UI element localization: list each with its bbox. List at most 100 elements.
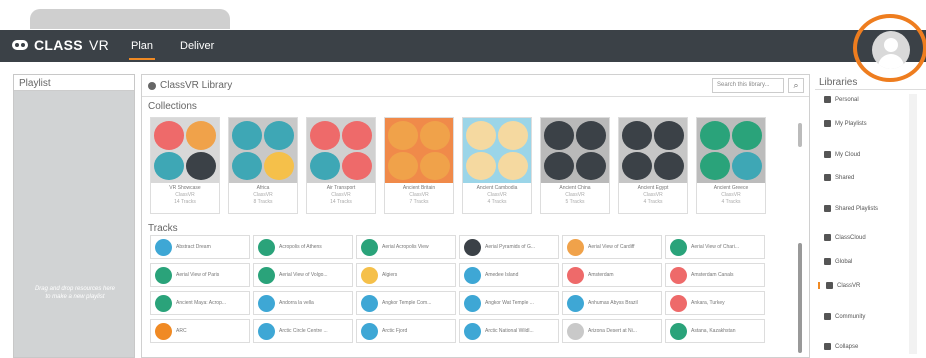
collection-owner: ClassVR <box>565 192 585 198</box>
tracks-scrollbar[interactable] <box>798 243 802 353</box>
collection-card[interactable]: Ancient Greece ClassVR 4 Tracks <box>696 117 766 214</box>
collection-owner: ClassVR <box>331 192 351 198</box>
search-icon[interactable]: ⌕ <box>788 78 804 93</box>
track-thumbnail-icon <box>567 294 584 312</box>
collection-count: 7 Tracks <box>409 199 429 205</box>
collection-meta: Ancient Greece ClassVR 4 Tracks <box>697 183 765 206</box>
library-item-label: My Cloud <box>835 151 861 158</box>
collection-owner: ClassVR <box>643 192 663 198</box>
library-item-label: My Playlists <box>835 120 867 127</box>
track-thumbnail-icon <box>155 266 172 284</box>
library-item-label: Shared Playlists <box>835 205 879 212</box>
track-item[interactable]: Arctic Fjord <box>356 319 456 343</box>
collection-name: VR Showcase <box>169 185 201 191</box>
track-thumbnail-icon <box>258 266 275 284</box>
library-item-classvr[interactable]: ClassVR <box>818 282 904 289</box>
tab-plan[interactable]: Plan <box>128 40 156 60</box>
collection-card[interactable]: Ancient Britain ClassVR 7 Tracks <box>384 117 454 214</box>
collection-thumbnail <box>385 118 453 183</box>
collection-card[interactable]: Ancient China ClassVR 5 Tracks <box>540 117 610 214</box>
collection-name: Africa <box>256 185 270 191</box>
logo-suffix: VR <box>88 37 110 53</box>
track-thumbnail-icon <box>567 238 584 256</box>
library-item-icon <box>824 343 831 350</box>
library-item-global[interactable]: Global <box>818 258 904 265</box>
track-item[interactable]: Amedee Island <box>459 263 559 287</box>
track-item[interactable]: Arctic Circle Centre ... <box>253 319 353 343</box>
collection-card[interactable]: Ancient Egypt ClassVR 4 Tracks <box>618 117 688 214</box>
track-item[interactable]: Abstract Dream <box>150 235 250 259</box>
collection-card[interactable]: VR Showcase ClassVR 14 Tracks <box>150 117 220 214</box>
library-item-personal[interactable]: Personal <box>818 96 904 103</box>
collection-tile-icon <box>154 151 184 180</box>
library-item-my-cloud[interactable]: My Cloud <box>818 151 904 158</box>
search-input[interactable]: Search this library... <box>712 78 784 93</box>
collection-name: Air Transport <box>326 185 356 191</box>
collection-thumbnail <box>541 118 609 183</box>
collection-count: 4 Tracks <box>721 199 741 205</box>
track-item[interactable]: Anhumas Abyss Brazil <box>562 291 662 315</box>
library-item-classcloud[interactable]: ClassCloud <box>818 234 904 241</box>
track-item[interactable]: Arizona Desert at Ni... <box>562 319 662 343</box>
track-thumbnail-icon <box>670 238 687 256</box>
track-label: Abstract Dream <box>176 244 211 250</box>
track-item[interactable]: Angkor Wat Temple ... <box>459 291 559 315</box>
collection-name: Ancient Egypt <box>637 185 669 191</box>
playlist-title: Playlist <box>14 75 134 91</box>
collection-tile-icon <box>498 151 528 180</box>
track-item[interactable]: Acropolis of Athens <box>253 235 353 259</box>
track-item[interactable]: Aerial View of Volgo... <box>253 263 353 287</box>
library-item-my-playlists[interactable]: My Playlists <box>818 120 904 127</box>
collection-tile-icon <box>622 121 652 150</box>
track-item[interactable]: Aerial Acropolis View <box>356 235 456 259</box>
library-item-label: Global <box>835 258 853 265</box>
collection-tile-icon <box>576 121 606 150</box>
track-item[interactable]: Amsterdam Canals <box>665 263 765 287</box>
collection-owner: ClassVR <box>487 192 507 198</box>
library-item-label: ClassVR <box>837 282 861 289</box>
track-label: Algiers <box>382 272 398 278</box>
track-thumbnail-icon <box>670 266 687 284</box>
app-logo[interactable]: CLASS VR <box>12 37 109 53</box>
track-thumbnail-icon <box>258 294 275 312</box>
library-item-shared-playlists[interactable]: Shared Playlists <box>818 205 904 212</box>
collections-scrollbar[interactable] <box>798 123 802 147</box>
track-item[interactable]: Amsterdam <box>562 263 662 287</box>
tab-deliver[interactable]: Deliver <box>180 40 214 52</box>
track-item[interactable]: Angkor Temple Com... <box>356 291 456 315</box>
collection-card[interactable]: Air Transport ClassVR 14 Tracks <box>306 117 376 214</box>
track-item[interactable]: Algiers <box>356 263 456 287</box>
library-item-community[interactable]: Community <box>818 313 904 320</box>
track-thumbnail-icon <box>361 238 378 256</box>
track-item[interactable]: Aerial Pyramids of G... <box>459 235 559 259</box>
track-item[interactable]: Aerial View of Chari... <box>665 235 765 259</box>
track-item[interactable]: Aerial View of Cardiff <box>562 235 662 259</box>
track-item[interactable]: Astana, Kazakhstan <box>665 319 765 343</box>
track-item[interactable]: Andorra la vella <box>253 291 353 315</box>
track-item[interactable]: Aerial View of Paris <box>150 263 250 287</box>
collection-tile-icon <box>420 121 450 150</box>
collection-tile-icon <box>264 151 294 180</box>
track-thumbnail-icon <box>464 294 481 312</box>
library-item-icon <box>824 174 831 181</box>
collection-tile-icon <box>732 151 762 180</box>
track-thumbnail-icon <box>361 266 378 284</box>
track-item[interactable]: ARC <box>150 319 250 343</box>
library-item-shared[interactable]: Shared <box>818 174 904 181</box>
track-thumbnail-icon <box>361 294 378 312</box>
track-label: Amedee Island <box>485 272 519 278</box>
track-item[interactable]: Ankara, Turkey <box>665 291 765 315</box>
track-label: Amsterdam Canals <box>691 272 734 278</box>
track-thumbnail-icon <box>258 238 275 256</box>
library-item-icon <box>824 234 831 241</box>
libraries-scrollbar[interactable] <box>909 94 917 354</box>
track-item[interactable]: Ancient Maya: Acrop... <box>150 291 250 315</box>
collection-meta: Ancient China ClassVR 5 Tracks <box>541 183 609 206</box>
collection-card[interactable]: Africa ClassVR 8 Tracks <box>228 117 298 214</box>
library-item-label: Shared <box>835 174 855 181</box>
playlist-panel[interactable]: Playlist Drag and drop resources here to… <box>13 74 135 358</box>
library-item-collapse[interactable]: Collapse <box>818 343 904 350</box>
track-item[interactable]: Arctic National Wildl... <box>459 319 559 343</box>
collection-thumbnail <box>697 118 765 183</box>
collection-card[interactable]: Ancient Cambodia ClassVR 4 Tracks <box>462 117 532 214</box>
